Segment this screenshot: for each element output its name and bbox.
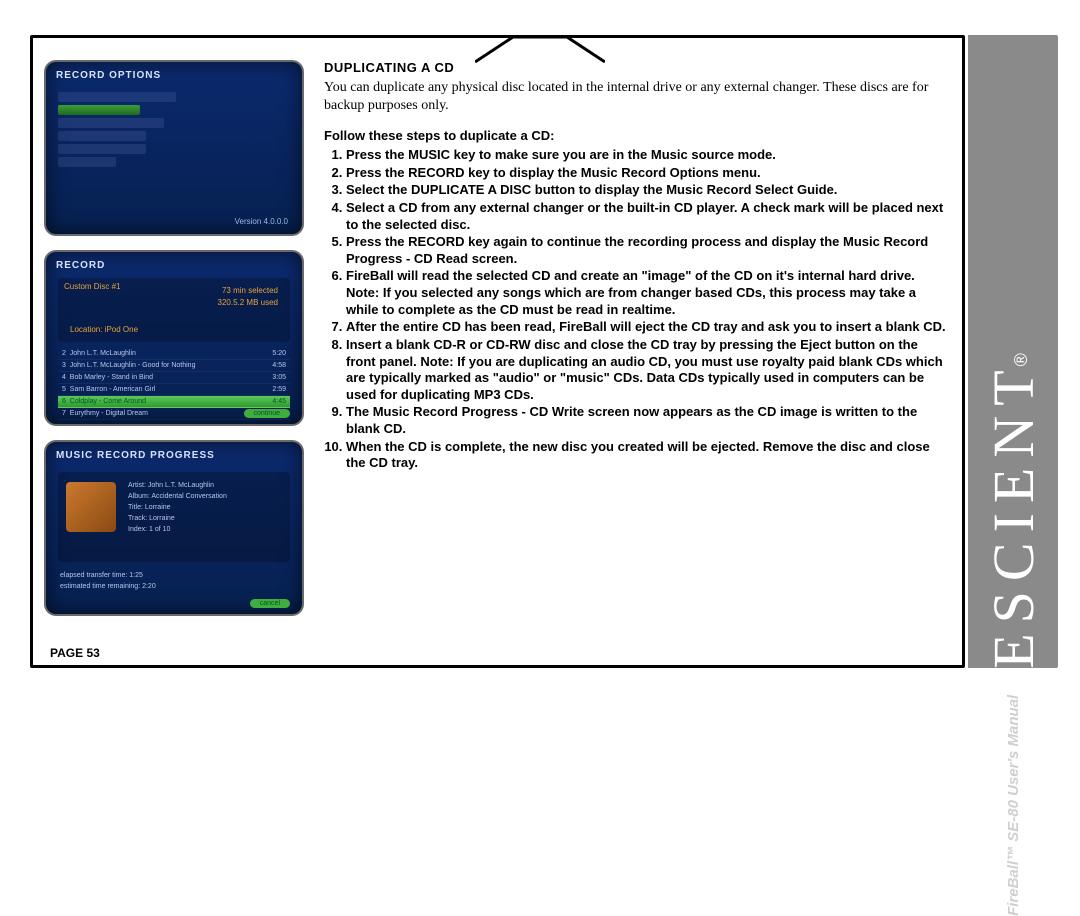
shot1-version: Version 4.0.0.0 <box>235 217 288 226</box>
shot2-continue-button: continue <box>244 409 290 418</box>
shot1-menu-item <box>58 157 116 167</box>
shot2-track-row: 4 Bob Marley - Stand in Bind3:05 <box>58 372 290 384</box>
shot1-header: RECORD OPTIONS <box>56 70 161 81</box>
shot3-header: MUSIC RECORD PROGRESS <box>56 450 215 461</box>
instruction-text: DUPLICATING A CD You can duplicate any p… <box>324 60 948 643</box>
disc-icon <box>66 482 116 532</box>
shot3-time-line: estimated time remaining: 2:20 <box>60 581 156 592</box>
follow-heading: Follow these steps to duplicate a CD: <box>324 128 948 145</box>
shot3-time-line: elapsed transfer time: 1:25 <box>60 570 156 581</box>
shot2-panel-rate: 320.5.2 MB used <box>218 298 278 307</box>
page-number: PAGE 53 <box>50 646 100 660</box>
step-item: FireBall will read the selected CD and c… <box>346 268 948 318</box>
step-item: Press the RECORD key again to continue t… <box>346 234 948 267</box>
intro-paragraph: You can duplicate any physical disc loca… <box>324 79 948 115</box>
shot2-track-row: 3 John L.T. McLaughlin - Good for Nothin… <box>58 360 290 372</box>
shot3-meta-line: Track: Lorraine <box>128 513 227 524</box>
shot1-menu-item <box>58 118 164 128</box>
content-area: RECORD OPTIONS OPTIONS Version 4.0.0.0 R… <box>44 60 948 643</box>
brand-sidebar: FireBall™ SE-80 User's Manual ESCIENT® <box>968 35 1058 668</box>
step-item: Press the MUSIC key to make sure you are… <box>346 147 948 164</box>
screenshot-record-progress: MUSIC RECORD PROGRESS Artist: John L.T. … <box>44 440 304 616</box>
shot3-meta-line: Index: 1 of 10 <box>128 524 227 535</box>
manual-title: FireBall™ SE-80 User's Manual <box>1005 695 1022 916</box>
tab-notch <box>500 0 580 24</box>
shot2-header: RECORD <box>56 260 105 271</box>
section-title: DUPLICATING A CD <box>324 60 948 77</box>
shot2-panel: Custom Disc #1 73 min selected 320.5.2 M… <box>58 278 290 342</box>
shot1-watermark: OPTIONS <box>296 92 304 236</box>
shot3-meta: Artist: John L.T. McLaughlinAlbum: Accid… <box>128 480 227 535</box>
step-item: After the entire CD has been read, FireB… <box>346 319 948 336</box>
shot3-meta-line: Artist: John L.T. McLaughlin <box>128 480 227 491</box>
screenshot-record-select: RECORD Custom Disc #1 73 min selected 32… <box>44 250 304 426</box>
shot1-menu-item <box>58 105 140 115</box>
step-item: Select a CD from any external changer or… <box>346 200 948 233</box>
registered-mark: ® <box>1010 353 1030 366</box>
shot3-meta-line: Album: Accidental Conversation <box>128 491 227 502</box>
screenshot-record-options: RECORD OPTIONS OPTIONS Version 4.0.0.0 <box>44 60 304 236</box>
step-item: The Music Record Progress - CD Write scr… <box>346 404 948 437</box>
step-item: When the CD is complete, the new disc yo… <box>346 439 948 472</box>
shot2-track-row: 2 John L.T. McLaughlin5:20 <box>58 348 290 360</box>
screenshot-column: RECORD OPTIONS OPTIONS Version 4.0.0.0 R… <box>44 60 304 643</box>
step-item: Press the RECORD key to display the Musi… <box>346 165 948 182</box>
brand-logo: ESCIENT <box>981 360 1046 668</box>
shot2-track-row: 6 Coldplay - Come Around4:45 <box>58 396 290 408</box>
shot1-menu-item <box>58 144 146 154</box>
shot3-meta-line: Title: Lorraine <box>128 502 227 513</box>
shot2-panel-time: 73 min selected <box>222 286 278 295</box>
shot1-menu-item <box>58 92 176 102</box>
step-item: Select the DUPLICATE A DISC button to di… <box>346 182 948 199</box>
shot2-track-row: 5 Sam Barron - American Girl2:59 <box>58 384 290 396</box>
steps-list: Press the MUSIC key to make sure you are… <box>324 147 948 472</box>
shot3-cancel-button: cancel <box>250 599 290 608</box>
shot1-menu-item <box>58 131 146 141</box>
shot3-times: elapsed transfer time: 1:25estimated tim… <box>60 570 156 592</box>
shot2-panel-loc: Location: iPod One <box>70 325 138 334</box>
step-item: Insert a blank CD-R or CD-RW disc and cl… <box>346 337 948 404</box>
